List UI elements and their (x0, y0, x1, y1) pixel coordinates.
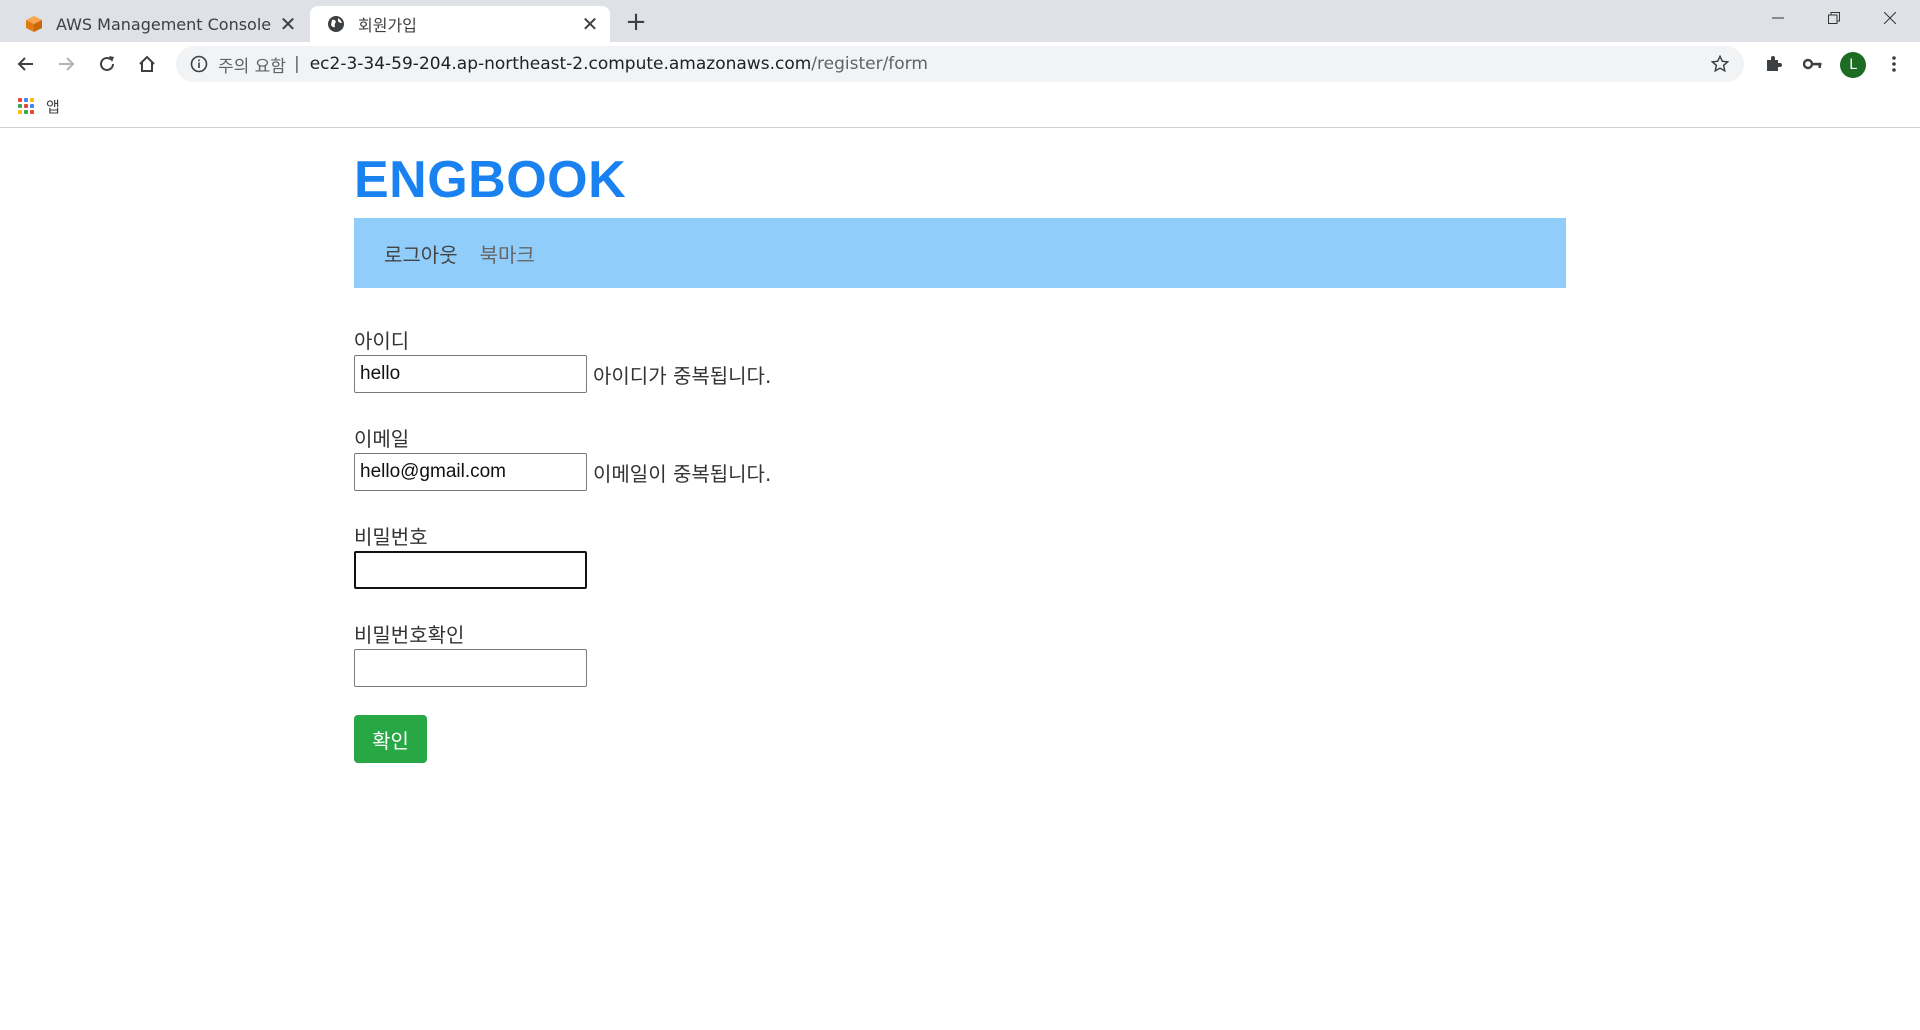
tab-register[interactable]: 회원가입 ✕ (310, 6, 610, 42)
info-icon[interactable] (190, 55, 208, 73)
apps-shortcut[interactable]: 앱 (18, 94, 60, 118)
nav-logout-link[interactable]: 로그아웃 (384, 239, 458, 268)
page-content: ENGBOOK 로그아웃 북마크 아이디 아이디가 중복됩니다. 이메일 이메일… (0, 128, 1920, 1030)
tab-title: 회원가입 (358, 16, 417, 35)
close-tab-icon[interactable]: ✕ (276, 12, 300, 36)
password-confirm-label: 비밀번호확인 (354, 623, 465, 647)
email-duplicate-message: 이메일이 중복됩니다. (593, 461, 772, 486)
submit-button[interactable]: 확인 (354, 715, 427, 763)
apps-label: 앱 (46, 97, 60, 116)
key-icon (1803, 58, 1822, 70)
apps-grid-icon (18, 98, 34, 114)
nav-bookmark-link[interactable]: 북마크 (480, 239, 535, 268)
address-bar[interactable]: 주의 요함 | ec2-3-34-59-204.ap-northeast-2.c… (176, 46, 1744, 82)
browser-menu-button[interactable] (1878, 48, 1910, 80)
passwords-button[interactable] (1797, 48, 1829, 80)
password-group: 비밀번호 (354, 521, 587, 589)
home-icon (139, 55, 155, 72)
restore-icon (1828, 12, 1840, 24)
site-navbar: 로그아웃 북마크 (354, 218, 1566, 288)
tab-title: AWS Management Console (56, 14, 272, 34)
reload-icon (100, 56, 114, 71)
new-tab-button[interactable]: + (622, 7, 650, 37)
profile-avatar[interactable]: L (1840, 52, 1866, 78)
close-window-button[interactable] (1862, 0, 1918, 36)
puzzle-icon (1767, 56, 1782, 71)
tab-strip: AWS Management Console ✕ 회원가입 ✕ + (0, 0, 1920, 42)
url-path: /register/form (811, 54, 928, 74)
browser-toolbar: 주의 요함 | ec2-3-34-59-204.ap-northeast-2.c… (0, 42, 1920, 86)
password-input[interactable] (354, 551, 587, 589)
restore-window-button[interactable] (1806, 0, 1862, 36)
home-button[interactable] (131, 48, 163, 80)
bookmark-star-button[interactable] (1706, 50, 1734, 78)
forward-button[interactable] (50, 48, 82, 80)
minimize-window-button[interactable] (1750, 0, 1806, 36)
password-confirm-group: 비밀번호확인 (354, 619, 587, 687)
email-input[interactable] (354, 453, 587, 491)
password-label: 비밀번호 (354, 525, 428, 549)
username-group: 아이디 아이디가 중복됩니다. (354, 325, 771, 393)
username-duplicate-message: 아이디가 중복됩니다. (593, 363, 772, 388)
globe-icon (328, 16, 344, 32)
back-button[interactable] (10, 48, 42, 80)
username-input[interactable] (354, 355, 587, 393)
arrow-right-icon (59, 57, 75, 71)
extensions-button[interactable] (1757, 48, 1789, 80)
close-icon (1884, 12, 1896, 24)
address-separator: | (293, 54, 300, 74)
security-warning[interactable]: 주의 요함 (218, 52, 286, 77)
minimize-icon (1772, 17, 1784, 19)
star-icon (1711, 55, 1729, 73)
kebab-menu-icon (1892, 56, 1896, 72)
tab-aws-console[interactable]: AWS Management Console ✕ (8, 6, 308, 42)
username-label: 아이디 (354, 329, 410, 353)
reload-button[interactable] (91, 48, 123, 80)
bookmarks-bar: 앱 (0, 86, 1920, 128)
password-confirm-input[interactable] (354, 649, 587, 687)
close-tab-icon[interactable]: ✕ (578, 12, 602, 36)
email-label: 이메일 (354, 427, 410, 451)
email-group: 이메일 이메일이 중복됩니다. (354, 423, 771, 491)
arrow-left-icon (17, 57, 33, 71)
site-logo[interactable]: ENGBOOK (354, 150, 626, 210)
url-host: ec2-3-34-59-204.ap-northeast-2.compute.a… (309, 54, 812, 74)
aws-cube-icon (26, 16, 42, 32)
